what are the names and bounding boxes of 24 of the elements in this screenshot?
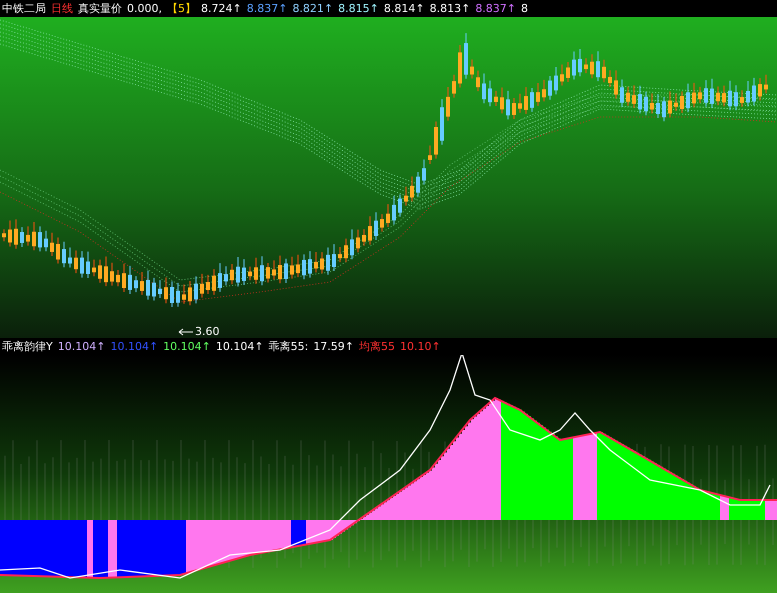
indicator-value: 均离55 — [359, 339, 396, 354]
indicator-value: 10.10↑ — [400, 340, 441, 353]
indicator-value: 0.000, — [127, 2, 162, 15]
indicator-value: 乖离55: — [268, 339, 308, 354]
indicator-value: 8.837↑ — [246, 2, 288, 15]
indicator-value: 真实量价 — [78, 1, 122, 16]
price-label: 3.60 — [195, 325, 220, 338]
indicator-value: 日线 — [51, 1, 73, 16]
indicator-value: 8.724↑ — [201, 2, 242, 15]
indicator-value: 8.813↑ — [430, 2, 470, 15]
arrow-icon — [178, 328, 194, 336]
indicator-value: 8.814↑ — [384, 2, 425, 15]
indicator-value: 【5】 — [167, 1, 196, 16]
indicator-value: 中铁二局 — [2, 1, 46, 16]
indicator-value: 8.837↑ — [475, 2, 516, 15]
indicator-value: 8.815↑ — [338, 2, 379, 15]
indicator-value: 乖离韵律Y — [2, 339, 53, 354]
indicator-value: 10.104↑ — [58, 340, 106, 353]
indicator-value: 10.104↑ — [110, 340, 158, 353]
indicator-value: 8.821↑ — [292, 2, 334, 15]
indicator-value: 10.104↑ — [216, 340, 264, 353]
indicator-value: 17.59↑ — [313, 340, 354, 353]
indicator-value: 10.104↑ — [163, 340, 211, 353]
indicator-value: 8 — [521, 2, 528, 15]
